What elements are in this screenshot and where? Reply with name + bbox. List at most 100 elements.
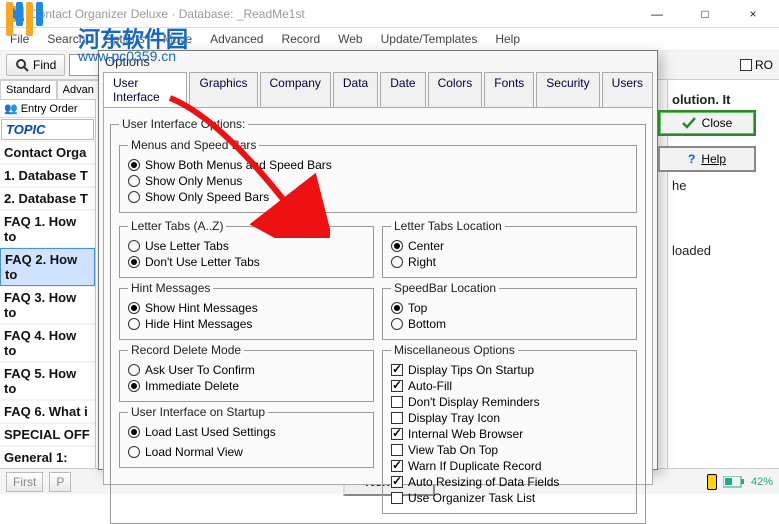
menu-web[interactable]: Web xyxy=(338,32,362,46)
battery-icon xyxy=(723,476,745,488)
dialog-close-button[interactable]: Close xyxy=(658,110,756,136)
subtab-advanced[interactable]: Advan xyxy=(57,80,100,99)
opt-no-reminders[interactable]: Don't Display Reminders xyxy=(391,395,628,409)
dialog-help-button[interactable]: ? Help xyxy=(658,146,756,172)
tab-company[interactable]: Company xyxy=(260,72,331,107)
preview-line: loaded xyxy=(672,243,775,258)
menu-move[interactable]: Move xyxy=(163,32,192,46)
tab-users[interactable]: Users xyxy=(602,72,653,107)
battery-indicator: 42% xyxy=(723,476,773,488)
opt-show-menus[interactable]: Show Only Menus xyxy=(128,174,628,188)
close-label: Close xyxy=(702,116,733,130)
opt-ask-confirm[interactable]: Ask User To Confirm xyxy=(128,363,365,377)
tab-user-interface[interactable]: User Interface xyxy=(103,72,187,107)
opt-hide-hints[interactable]: Hide Hint Messages xyxy=(128,317,365,331)
tab-date[interactable]: Date xyxy=(380,72,425,107)
opt-internal-browser[interactable]: Internal Web Browser xyxy=(391,427,628,441)
opt-letter-right[interactable]: Right xyxy=(391,255,628,269)
opt-show-both[interactable]: Show Both Menus and Speed Bars xyxy=(128,158,628,172)
opt-task-list[interactable]: Use Organizer Task List xyxy=(391,491,628,505)
search-icon xyxy=(15,58,29,72)
tab-data[interactable]: Data xyxy=(333,72,378,107)
topic-item[interactable]: FAQ 4. How to xyxy=(0,324,95,362)
group-delete-mode: Record Delete Mode Ask User To Confirm I… xyxy=(119,343,374,402)
menu-advanced[interactable]: Advanced xyxy=(210,32,263,46)
menu-record[interactable]: Record xyxy=(281,32,320,46)
opt-view-tab-top[interactable]: View Tab On Top xyxy=(391,443,628,457)
opt-dont-use-letter-tabs[interactable]: Don't Use Letter Tabs xyxy=(128,255,365,269)
topic-item[interactable]: 1. Database T xyxy=(0,164,95,187)
opt-auto-resize[interactable]: Auto Resizing of Data Fields xyxy=(391,475,628,489)
entry-order-label: Entry Order xyxy=(21,103,78,115)
legend-delete: Record Delete Mode xyxy=(128,343,244,357)
topic-item[interactable]: FAQ 3. How to xyxy=(0,286,95,324)
opt-speedbar-bottom[interactable]: Bottom xyxy=(391,317,628,331)
opt-use-letter-tabs[interactable]: Use Letter Tabs xyxy=(128,239,365,253)
ro-label: RO xyxy=(755,58,773,72)
topic-item[interactable]: General 1: Fre xyxy=(0,446,95,468)
legend-letter-tabs: Letter Tabs (A..Z) xyxy=(128,219,226,233)
legend-startup: User Interface on Startup xyxy=(128,405,268,419)
opt-immediate-delete[interactable]: Immediate Delete xyxy=(128,379,365,393)
opt-autofill[interactable]: Auto-Fill xyxy=(391,379,628,393)
tab-colors[interactable]: Colors xyxy=(428,72,483,107)
people-icon: 👥 xyxy=(4,102,18,115)
group-menus-speed: Menus and Speed Bars Show Both Menus and… xyxy=(119,138,637,213)
sidebar: Standard Advan 👥 Entry Order TOPIC Conta… xyxy=(0,80,96,468)
tab-security[interactable]: Security xyxy=(536,72,599,107)
group-speedbar-loc: SpeedBar Location Top Bottom xyxy=(382,281,637,340)
group-hint-messages: Hint Messages Show Hint Messages Hide Hi… xyxy=(119,281,374,340)
tab-graphics[interactable]: Graphics xyxy=(189,72,257,107)
opt-tray-icon[interactable]: Display Tray Icon xyxy=(391,411,628,425)
options-dialog: Options User Interface Graphics Company … xyxy=(98,50,658,470)
menu-options[interactable]: Options xyxy=(103,32,144,46)
help-icon: ? xyxy=(688,152,695,166)
window-close[interactable]: × xyxy=(735,7,771,21)
opt-load-normal[interactable]: Load Normal View xyxy=(128,445,365,459)
menu-help[interactable]: Help xyxy=(495,32,520,46)
group-ui-options: User Interface Options: Menus and Speed … xyxy=(110,117,646,524)
topic-item[interactable]: SPECIAL OFF xyxy=(0,423,95,446)
group-startup: User Interface on Startup Load Last Used… xyxy=(119,405,374,468)
opt-tips[interactable]: Display Tips On Startup xyxy=(391,363,628,377)
legend-ui-options: User Interface Options: xyxy=(119,117,248,131)
entry-order[interactable]: 👥 Entry Order xyxy=(0,100,95,118)
opt-letter-center[interactable]: Center xyxy=(391,239,628,253)
dialog-title: Options xyxy=(99,51,657,72)
app-icon xyxy=(8,6,24,22)
menu-search[interactable]: Search xyxy=(47,32,85,46)
find-button[interactable]: Find xyxy=(6,54,65,76)
opt-warn-duplicate[interactable]: Warn If Duplicate Record xyxy=(391,459,628,473)
opt-speedbar-top[interactable]: Top xyxy=(391,301,628,315)
opt-show-hints[interactable]: Show Hint Messages xyxy=(128,301,365,315)
window-title: Contact Organizer Deluxe · Database: _Re… xyxy=(30,7,305,21)
help-label: Help xyxy=(701,152,726,166)
group-letter-tabs: Letter Tabs (A..Z) Use Letter Tabs Don't… xyxy=(119,219,374,278)
nav-prev[interactable]: P xyxy=(49,472,71,492)
check-icon xyxy=(682,117,696,129)
preview-line: olution. It xyxy=(672,92,775,107)
topic-item[interactable]: Contact Orga xyxy=(0,141,95,164)
menu-bar: File Search Options Move Advanced Record… xyxy=(0,28,779,51)
topic-item[interactable]: FAQ 1. How to xyxy=(0,210,95,248)
group-misc: Miscellaneous Options Display Tips On St… xyxy=(382,343,637,514)
opt-show-speed[interactable]: Show Only Speed Bars xyxy=(128,190,628,204)
topic-item[interactable]: FAQ 6. What i xyxy=(0,400,95,423)
topic-item[interactable]: FAQ 5. How to xyxy=(0,362,95,400)
window-minimize[interactable]: — xyxy=(639,7,675,21)
menu-file[interactable]: File xyxy=(10,32,29,46)
window-titlebar: Contact Organizer Deluxe · Database: _Re… xyxy=(0,0,779,28)
window-maximize[interactable]: □ xyxy=(687,7,723,21)
subtab-standard[interactable]: Standard xyxy=(0,80,57,99)
preview-line: he xyxy=(672,178,775,193)
tab-fonts[interactable]: Fonts xyxy=(484,72,534,107)
topic-item[interactable]: FAQ 2. How to xyxy=(0,248,95,286)
opt-load-last[interactable]: Load Last Used Settings xyxy=(128,425,365,439)
legend-hint: Hint Messages xyxy=(128,281,213,295)
legend-menus-speed: Menus and Speed Bars xyxy=(128,138,259,152)
ro-checkbox[interactable]: RO xyxy=(740,58,773,72)
menu-update[interactable]: Update/Templates xyxy=(381,32,478,46)
topic-item[interactable]: 2. Database T xyxy=(0,187,95,210)
pin-icon xyxy=(707,474,717,490)
nav-first[interactable]: First xyxy=(6,472,43,492)
